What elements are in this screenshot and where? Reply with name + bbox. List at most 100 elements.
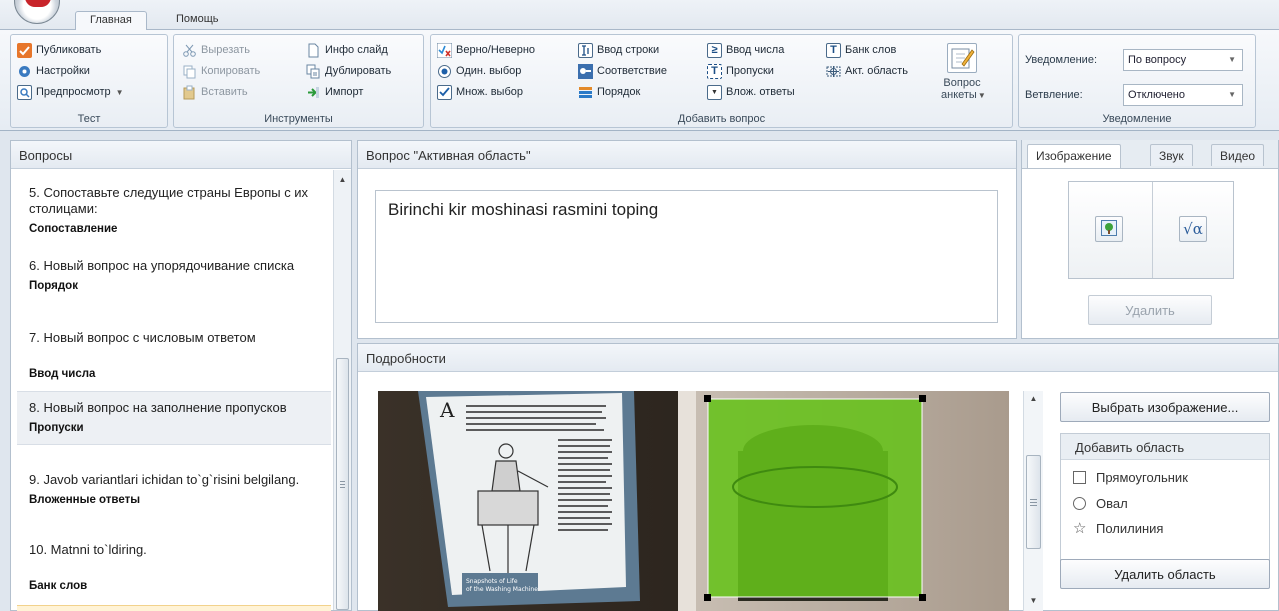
image-canvas[interactable]: A Snapshots of Life of the Washing Machi… xyxy=(378,391,1009,611)
nested-answers-button[interactable]: ▼ Влож. ответы xyxy=(707,82,795,102)
question-item-6[interactable]: 6. Новый вопрос на упорядочивание списка… xyxy=(17,258,331,294)
publish-label: Публиковать xyxy=(36,44,102,56)
area-oval-label: Овал xyxy=(1096,496,1128,511)
group-tools-label: Инструменты xyxy=(264,113,333,125)
app-menu-button[interactable] xyxy=(14,0,60,24)
delete-media-button[interactable]: Удалить xyxy=(1088,295,1212,325)
notify-combo[interactable]: По вопросу ▼ xyxy=(1123,49,1243,71)
question-item-5[interactable]: 5. Сопоставьте следущие страны Европы с … xyxy=(17,185,331,237)
tab-help[interactable]: Помощь xyxy=(162,11,233,31)
publish-icon xyxy=(17,42,32,58)
tab-video[interactable]: Видео xyxy=(1211,144,1265,166)
matching-icon xyxy=(578,63,593,79)
choose-image-button[interactable]: Выбрать изображение... xyxy=(1060,392,1270,422)
questions-scrollbar[interactable]: ▲ xyxy=(333,170,351,610)
multi-choice-button[interactable]: Множ. выбор xyxy=(437,82,523,102)
survey-label-1: Вопрос xyxy=(943,77,981,89)
document-icon xyxy=(306,43,321,58)
star-icon: ☆ xyxy=(1073,520,1087,537)
question-text-input[interactable]: Birinchi kir moshinasi rasmini toping xyxy=(375,190,998,323)
chevron-down-icon: ▼ xyxy=(977,91,986,100)
publish-button[interactable]: Публиковать xyxy=(17,40,101,60)
tab-image[interactable]: Изображение xyxy=(1027,144,1121,168)
question-item-9[interactable]: 9. Javob variantlari ichidan to`g`risini… xyxy=(17,472,331,508)
question-item-next[interactable] xyxy=(17,605,331,611)
ribbon: Публиковать Настройки Предпросмотр ▼ Тес… xyxy=(0,30,1279,131)
area-polyline-option[interactable]: ☆ Полилиния xyxy=(1073,521,1163,536)
rectangle-icon xyxy=(1073,471,1086,484)
survey-label-2-row: анкеты▼ xyxy=(941,89,986,102)
branch-label: Ветвление: xyxy=(1025,89,1083,101)
question-type: Порядок xyxy=(29,280,78,292)
paste-label: Вставить xyxy=(201,86,248,98)
matching-button[interactable]: Соответствие xyxy=(578,61,667,81)
word-bank-button[interactable]: T Банк слов xyxy=(826,40,896,60)
chevron-down-icon[interactable]: ▼ xyxy=(1024,593,1043,609)
info-slide-label: Инфо слайд xyxy=(325,44,388,56)
questions-panel: Вопросы 5. Сопоставьте следущие страны Е… xyxy=(10,140,352,611)
info-slide-button[interactable]: Инфо слайд xyxy=(306,40,388,60)
question-item-7[interactable]: 7. Новый вопрос с числовым ответом Ввод … xyxy=(17,330,331,382)
tab-home[interactable]: Главная xyxy=(75,11,147,31)
paste-button[interactable]: Вставить xyxy=(182,82,248,102)
delete-area-button[interactable]: Удалить область xyxy=(1060,559,1270,589)
checkbox-icon xyxy=(437,84,452,100)
survey-label-2: анкеты xyxy=(941,89,977,101)
chevron-up-icon[interactable]: ▲ xyxy=(1024,391,1043,407)
question-item-8[interactable]: 8. Новый вопрос на заполнение пропусков … xyxy=(17,391,331,445)
questions-scroll-thumb[interactable] xyxy=(336,358,349,610)
branch-combo[interactable]: Отключено ▼ xyxy=(1123,84,1243,106)
copy-button[interactable]: Копировать xyxy=(182,61,260,81)
notify-label: Уведомление: xyxy=(1025,54,1097,66)
questions-panel-title: Вопросы xyxy=(11,141,351,169)
text-cursor-icon xyxy=(578,42,593,58)
question-item-10[interactable]: 10. Matnni to`ldiring. Банк слов xyxy=(17,542,331,594)
paste-icon xyxy=(182,85,197,100)
active-area-button[interactable]: Акт. область xyxy=(826,61,908,81)
svg-text:Snapshots of Life: Snapshots of Life xyxy=(466,578,518,585)
crosshair-icon xyxy=(826,64,841,79)
duplicate-button[interactable]: Дублировать xyxy=(306,61,391,81)
single-choice-button[interactable]: Один. выбор xyxy=(437,61,521,81)
string-input-button[interactable]: Ввод строки xyxy=(578,40,659,60)
group-notification: Уведомление: По вопросу ▼ Ветвление: Отк… xyxy=(1018,34,1256,128)
question-text: 10. Matnni to`ldiring. xyxy=(29,542,147,557)
area-rectangle-option[interactable]: Прямоугольник xyxy=(1073,470,1188,485)
cut-button[interactable]: Вырезать xyxy=(182,40,250,60)
number-input-button[interactable]: ≥ Ввод числа xyxy=(707,40,784,60)
tab-sound[interactable]: Звук xyxy=(1150,144,1193,166)
gaps-button[interactable]: T Пропуски xyxy=(707,61,774,81)
preview-button[interactable]: Предпросмотр ▼ xyxy=(17,82,124,102)
question-type: Пропуски xyxy=(29,422,84,434)
multi-choice-label: Множ. выбор xyxy=(456,86,523,98)
nested-answers-label: Влож. ответы xyxy=(726,86,795,98)
insert-picture-button[interactable] xyxy=(1095,216,1123,242)
chevron-down-icon: ▼ xyxy=(115,87,124,97)
question-text: 8. Новый вопрос на заполнение пропусков xyxy=(29,400,287,415)
true-false-label: Верно/Неверно xyxy=(456,44,536,56)
media-drop-area[interactable]: √α xyxy=(1068,181,1234,279)
svg-text:of the Washing Machine: of the Washing Machine xyxy=(466,586,538,593)
question-panel: Вопрос "Активная область" Birinchi kir m… xyxy=(357,140,1017,339)
grip-icon xyxy=(1030,499,1037,506)
area-oval-option[interactable]: Овал xyxy=(1073,496,1128,511)
media-divider xyxy=(1152,182,1153,278)
add-area-box: Добавить область Прямоугольник Овал ☆ По… xyxy=(1060,433,1270,571)
preview-icon xyxy=(17,84,32,100)
settings-label: Настройки xyxy=(36,65,90,77)
active-area-label: Акт. область xyxy=(845,65,908,77)
area-rectangle-label: Прямоугольник xyxy=(1096,470,1188,485)
true-false-button[interactable]: Верно/Неверно xyxy=(436,40,536,60)
gaps-icon: T xyxy=(707,63,722,79)
import-button[interactable]: Импорт xyxy=(306,82,363,102)
insert-formula-button[interactable]: √α xyxy=(1179,216,1207,242)
image-scrollbar[interactable]: ▲ ▼ xyxy=(1023,391,1043,611)
settings-button[interactable]: Настройки xyxy=(17,61,90,81)
branch-value: Отключено xyxy=(1128,89,1185,101)
chevron-up-icon[interactable]: ▲ xyxy=(334,172,351,188)
image-scroll-thumb[interactable] xyxy=(1026,455,1041,549)
survey-question-button[interactable]: Вопрос анкеты▼ xyxy=(941,43,986,102)
order-button[interactable]: Порядок xyxy=(578,82,640,102)
group-add-question-label: Добавить вопрос xyxy=(677,113,766,125)
group-notification-label: Уведомление xyxy=(1102,113,1172,125)
